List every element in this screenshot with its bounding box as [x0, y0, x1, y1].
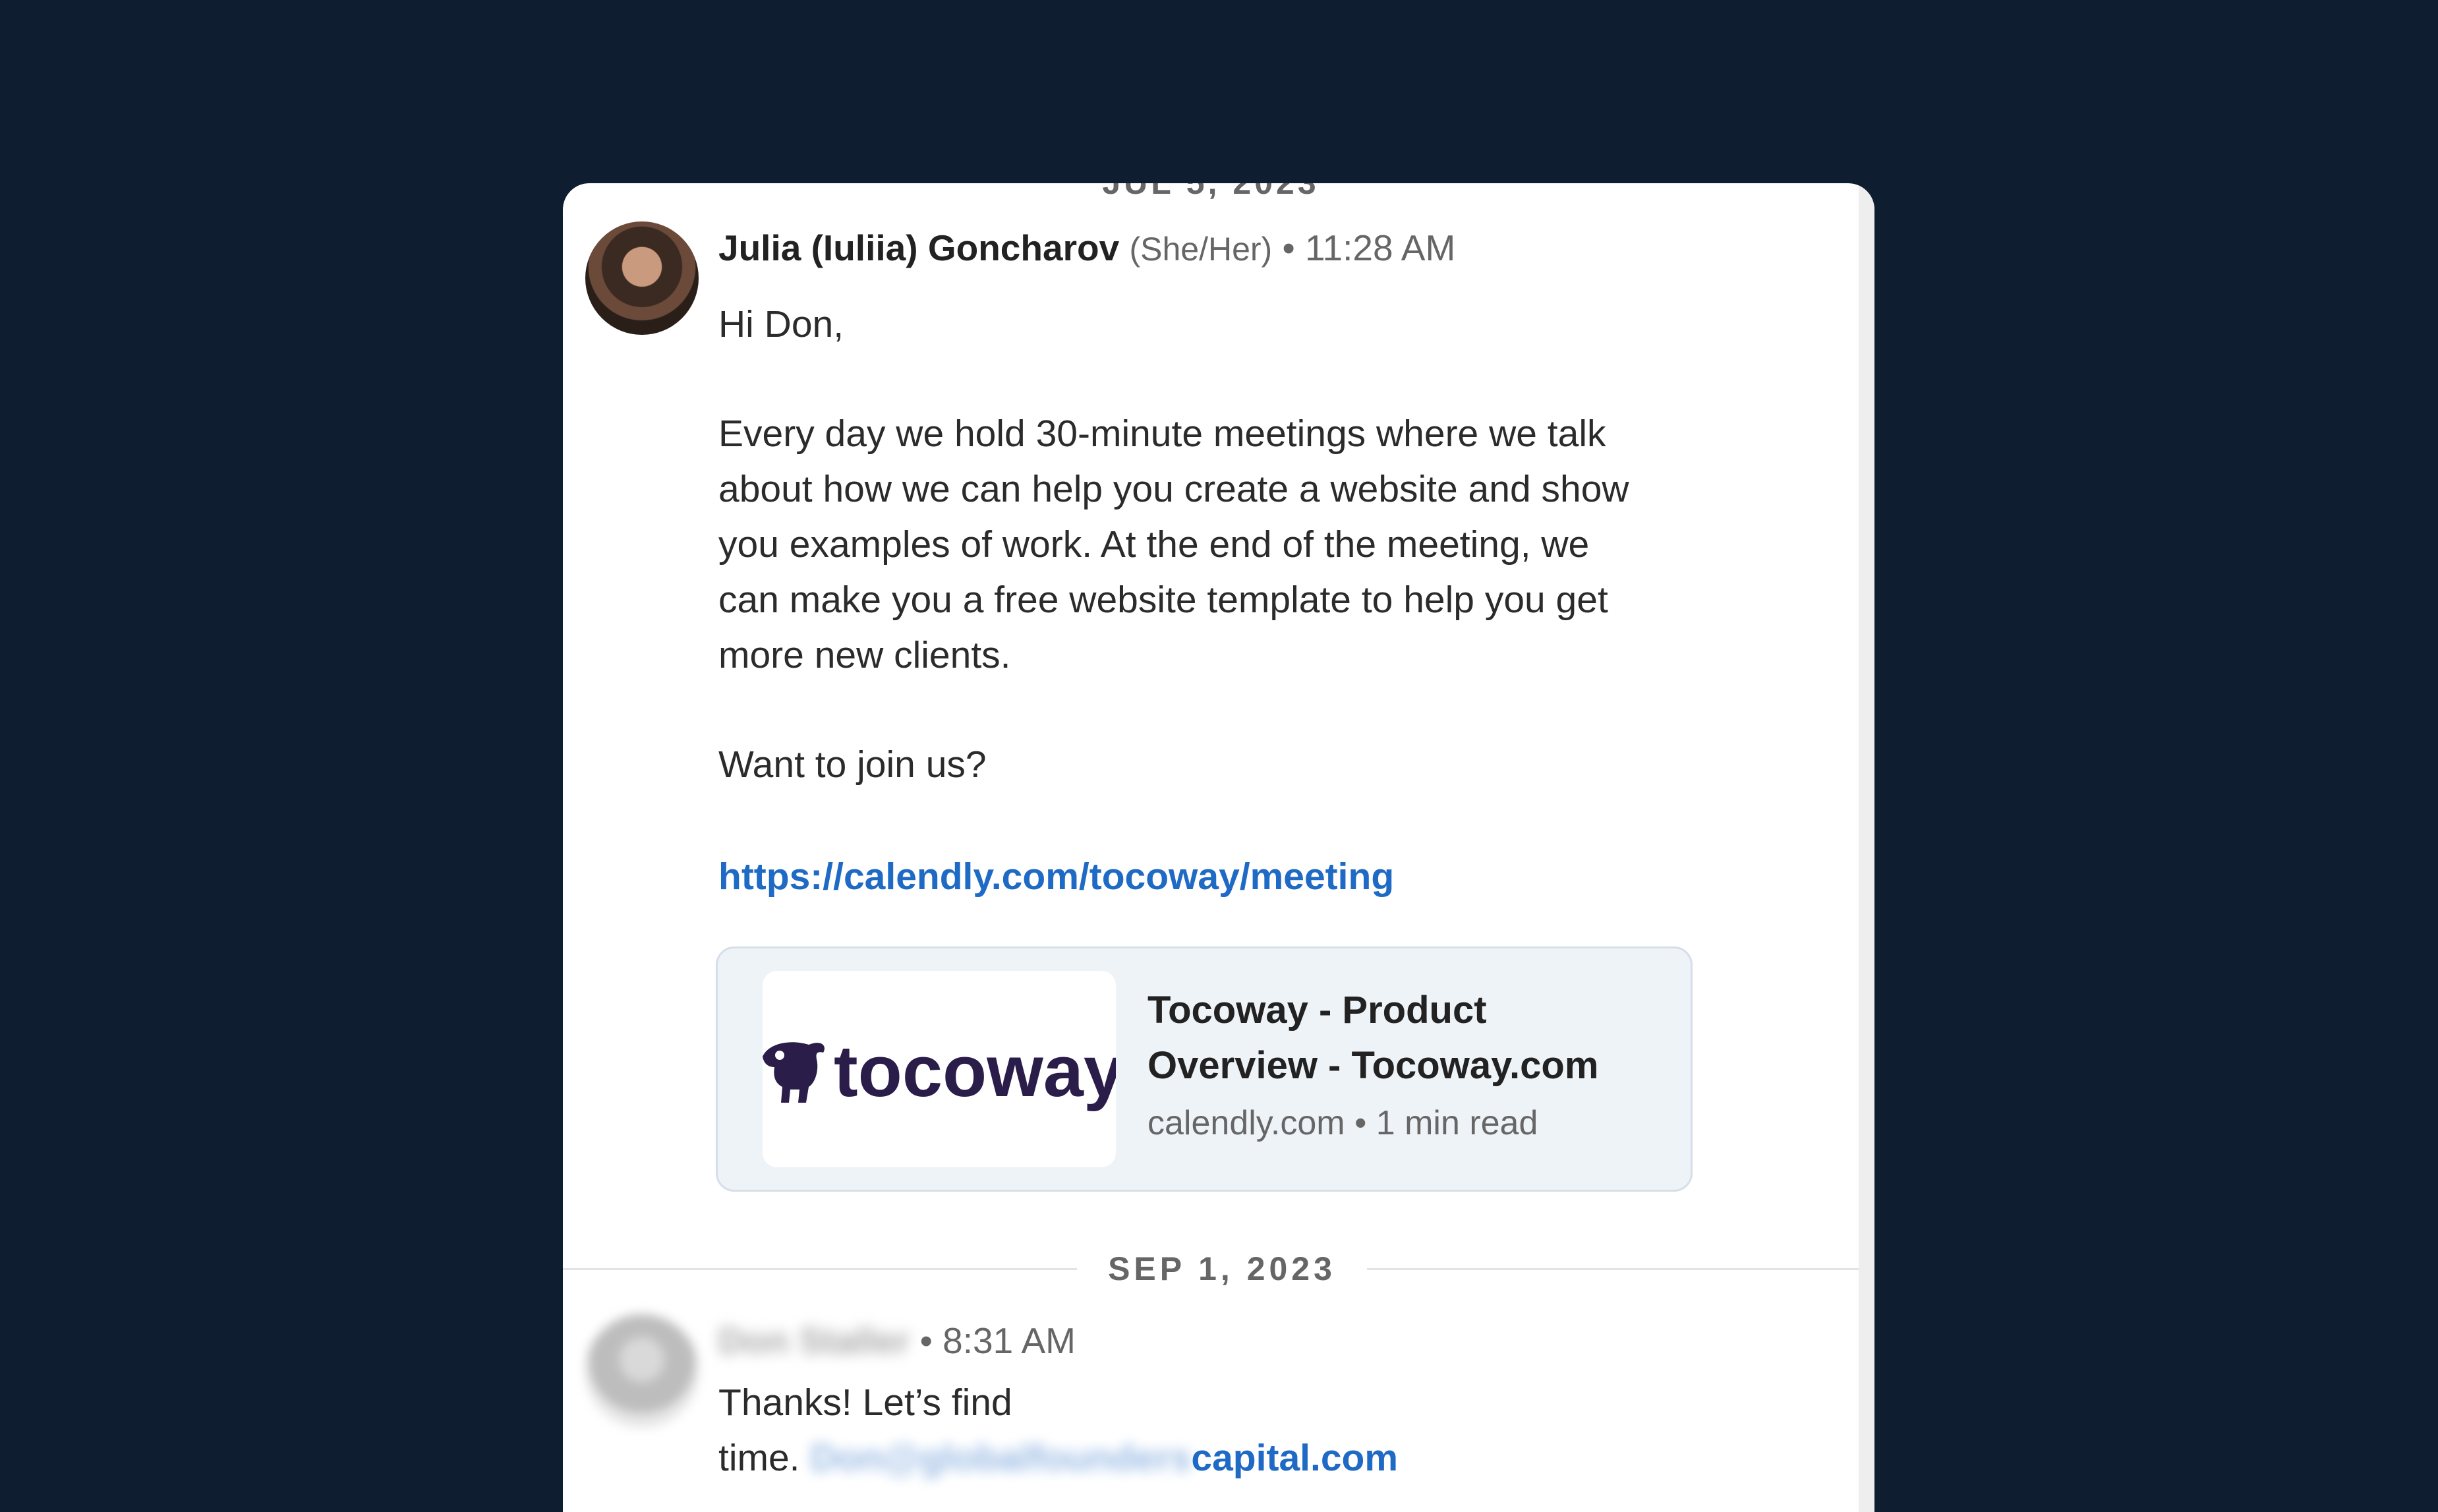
email-link[interactable]: capital.com	[1191, 1437, 1398, 1479]
scrollbar[interactable]	[1859, 183, 1874, 1512]
logo-wordmark: tocoway	[834, 1031, 1116, 1112]
message-body-line: Every day we hold 30-minute meetings whe…	[718, 413, 1606, 455]
sender-name[interactable]: Julia (Iuliia) Goncharov	[718, 227, 1119, 268]
message-body-line: can make you a free website template to …	[718, 579, 1608, 621]
message-body-line: you examples of work. At the end of the …	[718, 523, 1590, 566]
link-preview-card[interactable]: tocoway Tocoway - Product Overview - Toc…	[716, 946, 1693, 1192]
message-thread-card: JUL 5, 2023 Julia (Iuliia) Goncharov (Sh…	[563, 183, 1874, 1512]
meeting-link[interactable]: https://calendly.com/tocoway/meeting	[718, 849, 1394, 904]
preview-title[interactable]: Tocoway - Product Overview - Tocoway.com	[1147, 983, 1662, 1093]
date-separator: SEP 1, 2023	[1077, 1246, 1367, 1292]
preview-domain: calendly.com	[1147, 1104, 1345, 1142]
message-body-line: Thanks! Let’s find	[718, 1381, 1012, 1424]
message-time: • 8:31 AM	[919, 1320, 1076, 1361]
message-text: time.	[718, 1437, 811, 1479]
avatar[interactable]	[585, 1314, 699, 1428]
message-header: Don Staller • 8:31 AM	[718, 1320, 1076, 1362]
message-body-line: time. Don@globalfounderscapital.com	[718, 1430, 1398, 1486]
message-greeting: Hi Don,	[718, 303, 844, 345]
toucan-icon	[763, 1042, 825, 1103]
message-body-line: about how we can help you create a websi…	[718, 468, 1629, 510]
date-separator-clipped: JUL 5, 2023	[563, 183, 1859, 202]
message-header: Julia (Iuliia) Goncharov (She/Her) • 11:…	[718, 227, 1455, 269]
tocoway-logo: tocoway	[763, 1031, 1116, 1112]
preview-meta: calendly.com • 1 min read	[1147, 1103, 1538, 1143]
avatar[interactable]	[585, 221, 699, 335]
message-time: • 11:28 AM	[1282, 227, 1456, 268]
preview-read-time: • 1 min read	[1354, 1104, 1538, 1142]
message-body-line: more new clients.	[718, 634, 1011, 676]
sender-name-blurred[interactable]: Don Staller	[718, 1320, 910, 1361]
message-question: Want to join us?	[718, 743, 987, 786]
preview-thumbnail: tocoway	[763, 971, 1116, 1167]
email-link-blurred[interactable]: Don@globalfounders	[810, 1437, 1191, 1479]
pronouns: (She/Her)	[1129, 231, 1273, 268]
